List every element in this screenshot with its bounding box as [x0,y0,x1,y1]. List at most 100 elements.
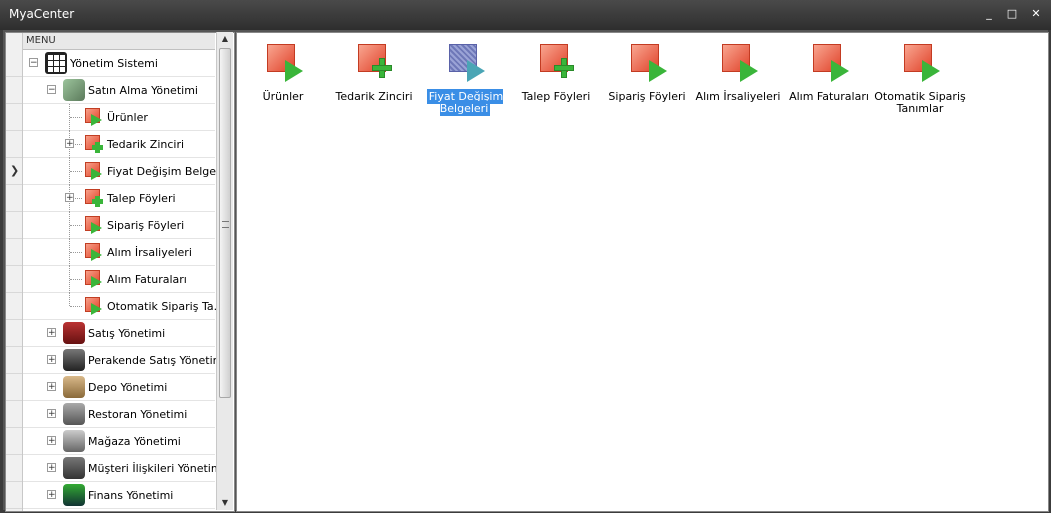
document-run-icon [813,44,849,82]
module-tile-text: Alım İrsaliyeleri [695,90,781,103]
tree-item-label: Tedarik Zinciri [107,138,185,151]
purchasing-icon [63,79,85,101]
tree-item-category[interactable]: + Depo Yönetimi [23,374,215,401]
module-tile[interactable]: Alım İrsaliyeleri [692,41,784,121]
expand-icon[interactable]: + [47,409,56,419]
tree-item-category[interactable]: + Restoran Yönetimi [23,401,215,428]
row-indicator-cell [6,455,22,482]
module-tile[interactable]: Sipariş Föyleri [601,41,693,121]
tree-item-purchasing-child[interactable]: Ürünler [23,104,215,131]
module-tile[interactable]: Otomatik Sipariş Tanımlar [874,41,966,121]
tree-item-purchasing-child[interactable]: Fiyat Değişim Belgeleri [23,158,233,185]
document-add-icon [358,44,394,80]
tree-root-row[interactable]: − Yönetim Sistemi [23,50,215,77]
document-run-icon [85,297,103,315]
row-indicator-cell [6,374,22,401]
tree-line [70,225,82,226]
document-run-icon [904,44,940,82]
row-indicator-cell [6,185,22,212]
scroll-up-icon[interactable]: ▲ [217,32,233,46]
menu-header-label: MENU [26,35,56,46]
module-tile-label: Sipariş Föyleri [601,91,693,103]
title-bar[interactable]: MyaCenter _ □ ✕ [0,0,1051,30]
module-tile[interactable]: Ürünler [237,41,329,121]
module-tile[interactable]: Talep Föyleri [510,41,602,121]
crm-icon [63,457,85,479]
collapse-icon[interactable]: − [29,58,38,68]
tree-root-label: Yönetim Sistemi [70,57,158,70]
module-tile-label: Alım Faturaları [783,91,875,103]
sales-icon [63,322,85,344]
minimize-button[interactable]: _ [981,6,997,22]
tree-item-purchasing-child[interactable]: + Talep Föyleri [23,185,215,212]
row-indicator-cell [6,401,22,428]
scrollbar-thumb[interactable] [219,48,231,398]
module-tile-text: Fiyat Değişim Belgeleri [426,89,504,116]
module-tile-label: Ürünler [237,91,329,103]
document-run-icon [722,44,758,82]
tree-item-category[interactable]: + Perakende Satış Yönetimi [23,347,226,374]
tree-item-purchasing-child[interactable]: Otomatik Sipariş Ta... [23,293,224,320]
menu-scrollbar[interactable]: ▲ ▼ [216,32,233,510]
maximize-button[interactable]: □ [1004,6,1020,22]
document-run-icon [631,44,667,82]
tree-item-label: Perakende Satış Yönetimi [88,354,227,367]
row-indicator-cell [6,509,22,511]
expand-icon[interactable]: + [47,328,56,338]
restaurant-icon [63,403,85,425]
tree-item-label: Sipariş Föyleri [107,219,185,232]
scroll-down-icon[interactable]: ▼ [217,496,233,510]
tree-item-category[interactable]: + Satış Yönetimi [23,320,215,347]
document-run-icon [85,243,103,261]
module-tile-text: Alım Faturaları [789,90,869,103]
module-tile-label: Otomatik Sipariş Tanımlar [874,91,966,115]
module-tile-text: Talep Föyleri [521,90,591,103]
row-indicator-cell [6,320,22,347]
expand-icon[interactable]: + [47,355,56,365]
document-run-icon [85,108,103,126]
tree-item-category[interactable]: + Müşteri İlişkileri Yönetimi [23,455,225,482]
expand-icon[interactable]: + [47,490,56,500]
tree-item-label: Depo Yönetimi [88,381,168,394]
module-tile[interactable]: Alım Faturaları [783,41,875,121]
tree-item-purchasing-child[interactable]: + Tedarik Zinciri [23,131,215,158]
tree-item-category[interactable]: + Finans Yönetimi [23,482,215,509]
module-tile[interactable]: Tedarik Zinciri [328,41,420,121]
module-tile-text: Sipariş Föyleri [608,90,686,103]
tree-item-label: Müşteri İlişkileri Yönetimi [88,462,225,475]
row-indicator-cell [6,212,22,239]
document-run-icon [449,44,485,82]
module-tile[interactable]: Fiyat Değişim Belgeleri [419,41,511,121]
expand-icon[interactable]: + [47,436,56,446]
tree-item-category[interactable]: + Mağaza Yönetimi [23,428,215,455]
document-add-icon [85,189,103,207]
row-indicator-cell [6,482,22,509]
tree-item-purchasing-child[interactable]: Sipariş Föyleri [23,212,215,239]
module-tile-text: Otomatik Sipariş Tanımlar [874,90,966,115]
tree-item-purchasing-child[interactable]: Alım Faturaları [23,266,215,293]
expand-icon[interactable]: + [47,382,56,392]
retail-icon [63,349,85,371]
module-tile-text: Tedarik Zinciri [335,90,413,103]
close-button[interactable]: ✕ [1028,6,1044,22]
document-run-icon [267,44,303,82]
row-indicator-cell [6,131,22,158]
tree-item-label: Mağaza Yönetimi [88,435,181,448]
tree-item-purchasing-child[interactable]: Alım İrsaliyeleri [23,239,215,266]
expand-icon[interactable]: + [65,193,74,203]
module-tile-label: Tedarik Zinciri [328,91,420,103]
tree-line [70,306,82,307]
row-indicator-cell [6,77,22,104]
tree-item-label: Restoran Yönetimi [88,408,188,421]
expand-icon[interactable]: + [47,463,56,473]
store-icon [63,430,85,452]
expand-icon[interactable]: + [65,139,74,149]
collapse-icon[interactable]: − [47,85,56,95]
tree-item-purchasing[interactable]: − Satın Alma Yönetimi [23,77,215,104]
tree-item-label: Finans Yönetimi [88,489,174,502]
menu-column-header: MENU [23,33,215,50]
tree-item-label: Alım Faturaları [107,273,187,286]
tree-item-label: Satış Yönetimi [88,327,166,340]
row-indicator-cell [6,293,22,320]
tree-line [70,117,82,118]
